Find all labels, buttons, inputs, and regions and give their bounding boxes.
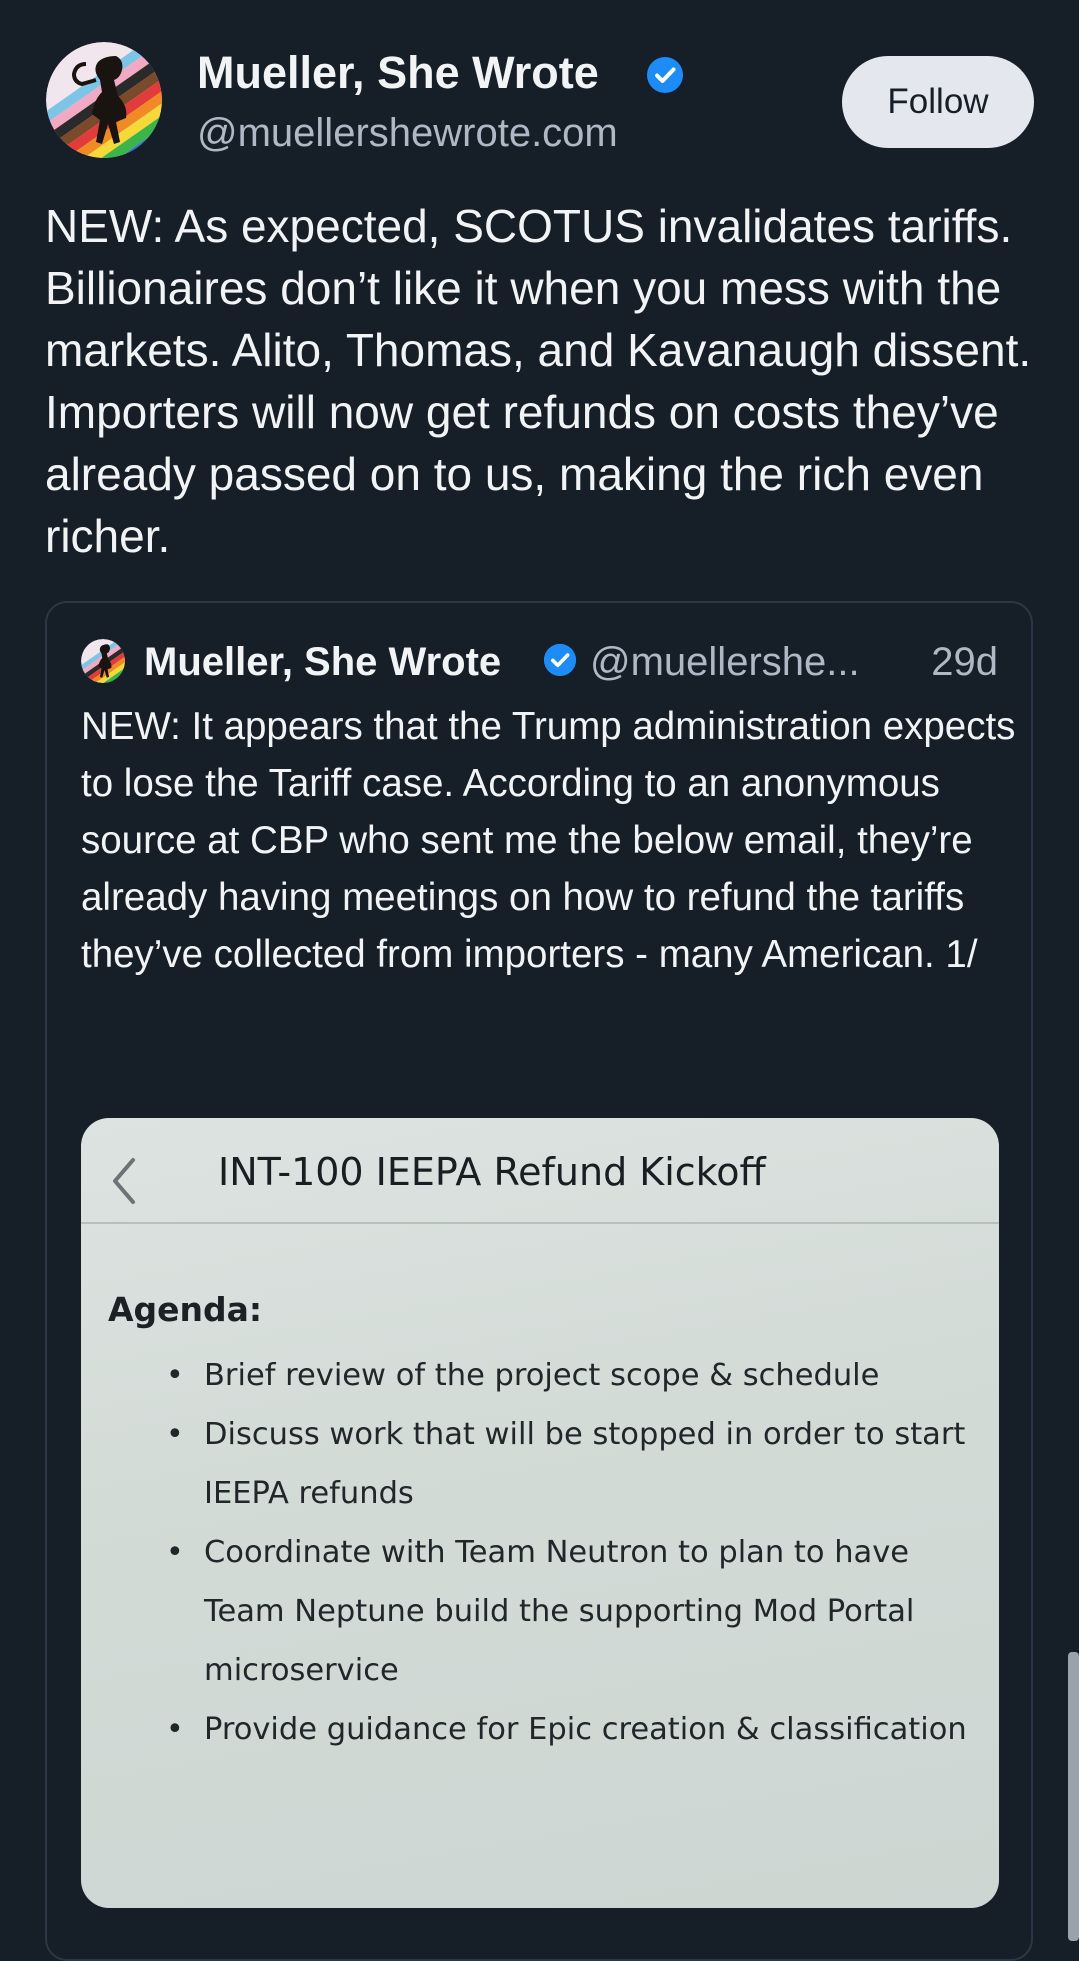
agenda-item: • Discuss work that will be stopped in or… <box>166 1405 986 1523</box>
quoted-post-card[interactable]: Mueller, She Wrote @muellershe... 29d NE… <box>45 601 1033 1961</box>
quoted-post-image[interactable]: INT-100 IEEPA Refund Kickoff Agenda: • Br… <box>81 1118 999 1908</box>
agenda-item-text: Coordinate with Team Neutron to plan to … <box>204 1535 915 1688</box>
author-avatar[interactable] <box>46 42 162 158</box>
email-subject: INT-100 IEEPA Refund Kickoff <box>218 1150 766 1194</box>
quoted-post-time: 29d <box>931 640 998 684</box>
agenda-list: • Brief review of the project scope & sch… <box>166 1346 986 1759</box>
agenda-item: • Brief review of the project scope & sch… <box>166 1346 986 1405</box>
agenda-item-text: Discuss work that will be stopped in ord… <box>204 1417 966 1511</box>
author-display-name[interactable]: Mueller, She Wrote <box>197 44 599 102</box>
bullet-icon: • <box>166 1535 184 1570</box>
scrollbar[interactable] <box>1068 1652 1079 1941</box>
post: Mueller, She Wrote @muellershewrote.com … <box>0 0 1079 1961</box>
agenda-item-text: Brief review of the project scope & sche… <box>204 1358 880 1393</box>
back-chevron-icon <box>113 1158 135 1204</box>
agenda-label: Agenda: <box>108 1290 263 1329</box>
author-handle[interactable]: @muellershewrote.com <box>197 107 618 159</box>
bullet-icon: • <box>166 1712 184 1747</box>
quoted-author-display-name: Mueller, She Wrote <box>144 640 502 684</box>
agenda-item-text: Provide guidance for Epic creation & cla… <box>204 1712 967 1747</box>
verified-check-icon <box>647 57 683 93</box>
bullet-icon: • <box>166 1417 184 1452</box>
quoted-author-handle: @muellershe... <box>590 640 860 684</box>
agenda-item: • Provide guidance for Epic creation & cl… <box>166 1700 986 1759</box>
divider <box>81 1222 999 1224</box>
agenda-item: • Coordinate with Team Neutron to plan to… <box>166 1523 986 1700</box>
quoted-post-text: NEW: It appears that the Trump administr… <box>81 705 1016 976</box>
verified-check-icon <box>543 643 577 677</box>
quoted-author-avatar <box>81 639 125 683</box>
follow-button[interactable]: Follow <box>842 56 1034 148</box>
post-text: NEW: As expected, SCOTUS invalidates tar… <box>45 200 1032 562</box>
bullet-icon: • <box>166 1358 184 1393</box>
